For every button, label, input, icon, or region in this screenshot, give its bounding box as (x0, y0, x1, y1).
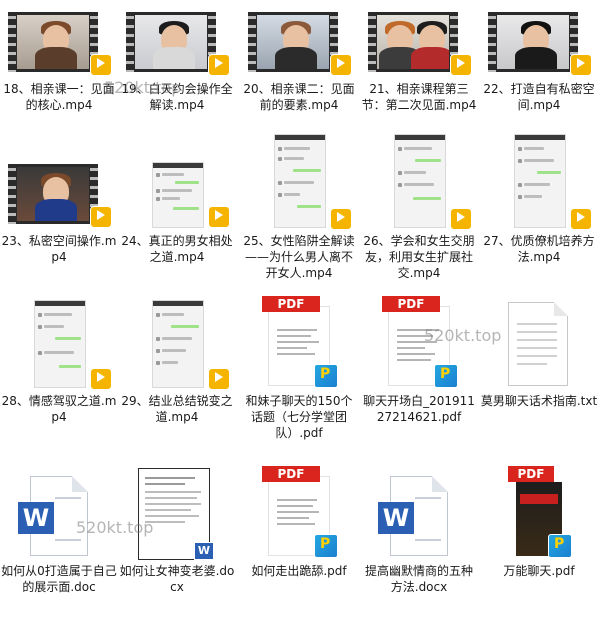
pdf-icon: PDF (508, 466, 554, 482)
file-item-pdf-150[interactable]: PDF P 和妹子聊天的150个话题（七分学堂团队）.pdf (240, 296, 358, 441)
watermark: 520kt.top (424, 326, 502, 345)
chat-video-thumbnail (360, 130, 478, 230)
chat-video-thumbnail (0, 296, 118, 390)
player-icon (90, 368, 112, 390)
pdf-thumbnail: PDF P (240, 466, 358, 560)
pdf-icon: PDF (262, 466, 320, 482)
file-name: 23、私密空间操作.mp4 (1, 234, 117, 264)
file-name: 如何让女神变老婆.docx (119, 564, 235, 594)
video-thumbnail (240, 6, 358, 78)
player-icon (450, 54, 472, 76)
player-icon (330, 208, 352, 230)
player-icon (90, 54, 112, 76)
file-name: 提高幽默情商的五种方法.docx (364, 564, 473, 594)
file-name: 24、真正的男女相处之道.mp4 (121, 234, 233, 264)
file-item-29[interactable]: 29、结业总结锐变之道.mp4 (118, 296, 236, 425)
player-icon (90, 206, 112, 228)
file-item-txt[interactable]: 莫男聊天话术指南.txt (480, 296, 598, 409)
video-thumbnail (0, 6, 118, 78)
player-icon (208, 368, 230, 390)
watermark: 520kt.top (76, 518, 154, 537)
chat-video-thumbnail (480, 130, 598, 230)
file-item-26[interactable]: 26、学会和女生交朋友，利用女生扩展社交.mp4 (360, 130, 478, 281)
file-name: 25、女性陷阱全解读——为什么男人离不开女人.mp4 (243, 234, 355, 280)
file-name: 18、相亲课一：见面的核心.mp4 (3, 82, 115, 112)
watermark: 520kt.top (104, 78, 182, 97)
pdf-reader-icon: P (314, 534, 338, 558)
word-badge-icon: W (194, 542, 214, 560)
chat-video-thumbnail (240, 130, 358, 230)
file-name: 27、优质僚机培养方法.mp4 (483, 234, 595, 264)
file-item-22[interactable]: 22、打造自有私密空间.mp4 (480, 6, 598, 113)
file-item-27[interactable]: 27、优质僚机培养方法.mp4 (480, 130, 598, 265)
docx-thumbnail: W (118, 466, 236, 560)
file-item-21[interactable]: 21、相亲课程第三节：第二次见面.mp4 (360, 6, 478, 113)
file-name: 如何走出跪舔.pdf (251, 564, 347, 578)
file-item-pdf-wanneng[interactable]: PDF P 万能聊天.pdf (480, 466, 598, 579)
player-icon (450, 208, 472, 230)
file-item-25[interactable]: 25、女性陷阱全解读——为什么男人离不开女人.mp4 (240, 130, 358, 281)
video-thumbnail (360, 6, 478, 78)
file-item-pdf-opener[interactable]: PDF P 聊天开场白_20191127214621.pdf (360, 296, 478, 425)
video-thumbnail (480, 6, 598, 78)
file-name: 如何从0打造属于自己的展示面.doc (1, 564, 117, 594)
file-name: 26、学会和女生交朋友，利用女生扩展社交.mp4 (363, 234, 475, 280)
file-name: 29、结业总结锐变之道.mp4 (121, 394, 233, 424)
file-item-23[interactable]: 23、私密空间操作.mp4 (0, 158, 118, 265)
pdf-reader-icon: P (548, 534, 572, 558)
player-icon (570, 208, 592, 230)
file-grid: 18、相亲课一：见面的核心.mp4 19、白天约会操作全解读.mp4 20、相亲… (0, 0, 600, 617)
chat-video-thumbnail (118, 158, 236, 230)
pdf-icon: PDF (262, 296, 320, 312)
file-name: 莫男聊天话术指南.txt (480, 394, 598, 408)
file-name: 20、相亲课二：见面前的要素.mp4 (243, 82, 355, 112)
file-item-24[interactable]: 24、真正的男女相处之道.mp4 (118, 158, 236, 265)
player-icon (330, 54, 352, 76)
file-item-18[interactable]: 18、相亲课一：见面的核心.mp4 (0, 6, 118, 113)
video-thumbnail (0, 158, 118, 230)
pdf-book-thumbnail: PDF P (480, 466, 598, 560)
file-name: 28、情感驾驭之道.mp4 (1, 394, 117, 424)
pdf-thumbnail: PDF P (240, 296, 358, 390)
word-icon: W (360, 466, 478, 560)
file-name: 聊天开场白_20191127214621.pdf (363, 394, 475, 424)
file-name: 和妹子聊天的150个话题（七分学堂团队）.pdf (245, 394, 353, 440)
file-item-docx-humor[interactable]: W 提高幽默情商的五种方法.docx (360, 466, 478, 595)
player-icon (570, 54, 592, 76)
file-name: 21、相亲课程第三节：第二次见面.mp4 (361, 82, 477, 112)
file-name: 22、打造自有私密空间.mp4 (483, 82, 595, 112)
file-item-28[interactable]: 28、情感驾驭之道.mp4 (0, 296, 118, 425)
video-thumbnail (118, 6, 236, 78)
pdf-icon: PDF (382, 296, 440, 312)
word-icon: W (0, 466, 118, 560)
pdf-reader-icon: P (434, 364, 458, 388)
file-item-20[interactable]: 20、相亲课二：见面前的要素.mp4 (240, 6, 358, 113)
pdf-reader-icon: P (314, 364, 338, 388)
file-item-pdf-guitian[interactable]: PDF P 如何走出跪舔.pdf (240, 466, 358, 579)
player-icon (208, 54, 230, 76)
file-name: 万能聊天.pdf (503, 564, 575, 578)
player-icon (208, 206, 230, 228)
chat-video-thumbnail (118, 296, 236, 390)
